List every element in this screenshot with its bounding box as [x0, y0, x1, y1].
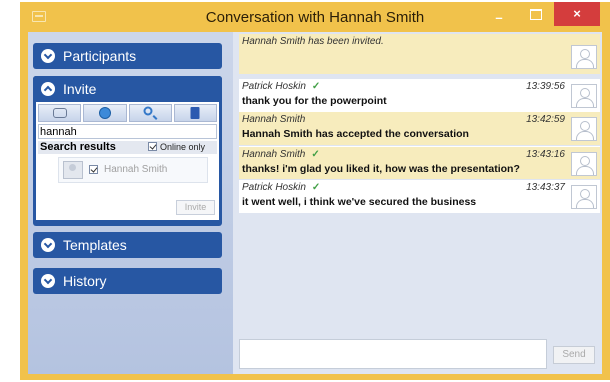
avatar [571, 84, 597, 108]
message-input[interactable] [240, 340, 546, 368]
title-bar[interactable]: Conversation with Hannah Smith – × [20, 2, 610, 32]
message-sender: Patrick Hoskin ✓ [242, 182, 321, 193]
templates-header[interactable]: Templates [33, 232, 222, 258]
invite-header[interactable]: Invite [33, 76, 222, 102]
online-tab[interactable] [83, 104, 127, 122]
chevron-down-icon [41, 49, 55, 63]
results-header: Search results Online only [38, 141, 217, 154]
history-header[interactable]: History [33, 268, 222, 294]
message-time: 13:42:59 [526, 114, 565, 125]
send-button[interactable]: Send [553, 346, 595, 364]
message-text: Hannah Smith has accepted the conversati… [242, 128, 469, 140]
message-time: 13:43:37 [526, 182, 565, 193]
search-input[interactable] [38, 124, 217, 139]
online-only-label: Online only [160, 142, 206, 152]
verified-check-icon: ✓ [311, 149, 320, 160]
search-result-item[interactable]: Hannah Smith [58, 157, 208, 183]
message-item: Hannah Smith ✓ 13:43:16 thanks! i'm glad … [239, 146, 600, 179]
people-icon [52, 108, 67, 118]
client-area: Participants Invite Search re [28, 32, 602, 374]
message-text: thanks! i'm glad you liked it, how was t… [242, 163, 520, 175]
search-tab[interactable] [128, 104, 172, 122]
chevron-down-icon [41, 238, 55, 252]
verified-check-icon: ✓ [311, 81, 321, 92]
message-text: it went well, i think we've secured the … [242, 196, 477, 208]
result-name: Hannah Smith [104, 164, 168, 175]
address-book-tab[interactable] [173, 104, 217, 122]
history-label: History [63, 273, 107, 289]
message-time: 13:39:56 [526, 81, 565, 92]
participants-label: Participants [63, 48, 137, 64]
invite-content: Search results Online only Hannah Smith … [36, 102, 219, 220]
avatar [571, 152, 597, 176]
message-item: Patrick Hoskin ✓ 13:39:56 thank you for t… [239, 79, 600, 112]
search-icon [143, 106, 153, 116]
minimize-button[interactable]: – [484, 6, 514, 30]
close-button[interactable]: × [554, 2, 600, 26]
globe-icon [98, 107, 111, 119]
invite-toolbar [38, 104, 217, 122]
avatar [571, 117, 597, 141]
templates-label: Templates [63, 237, 127, 253]
maximize-button[interactable] [520, 2, 550, 26]
message-invited: Hannah Smith has been invited. [239, 34, 600, 74]
verified-check-icon: ✓ [311, 182, 321, 193]
message-text: thank you for the powerpoint [242, 95, 387, 107]
result-checkbox[interactable] [89, 165, 98, 174]
chevron-down-icon [41, 274, 55, 288]
message-item: Patrick Hoskin ✓ 13:43:37 it went well, i… [239, 180, 600, 213]
address-book-icon [190, 107, 200, 119]
system-message: Hannah Smith has been invited. [242, 36, 384, 47]
message-sender: Hannah Smith [242, 114, 306, 125]
message-sender: Hannah Smith ✓ [242, 149, 320, 160]
sidebar: Participants Invite Search re [28, 32, 233, 374]
invite-label: Invite [63, 81, 97, 97]
compose-box [239, 339, 547, 369]
chevron-up-icon [41, 82, 55, 96]
online-only-toggle[interactable]: Online only [148, 141, 205, 154]
avatar [63, 161, 83, 179]
message-item: Hannah Smith 13:42:59 Hannah Smith has a… [239, 112, 600, 145]
chat-window: Conversation with Hannah Smith – × Parti… [20, 2, 610, 380]
message-time: 13:43:16 [526, 149, 565, 160]
invite-panel: Invite Search results Online only [33, 76, 222, 226]
avatar [571, 45, 597, 69]
contacts-tab[interactable] [38, 104, 82, 122]
avatar [571, 185, 597, 209]
online-only-checkbox[interactable] [148, 142, 157, 151]
conversation-log: Hannah Smith has been invited. Patrick H… [239, 34, 600, 372]
invite-button[interactable]: Invite [176, 200, 215, 215]
participants-header[interactable]: Participants [33, 43, 222, 69]
message-sender: Patrick Hoskin ✓ [242, 81, 321, 92]
results-label: Search results [40, 141, 116, 153]
